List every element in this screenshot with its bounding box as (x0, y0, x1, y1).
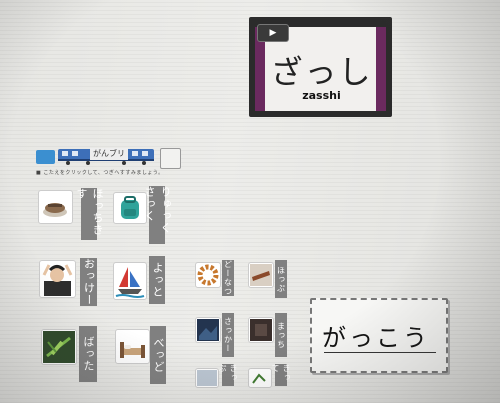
bed-icon (120, 342, 145, 358)
log-image[interactable] (248, 262, 274, 288)
vocab-label[interactable]: どーなつ (222, 260, 234, 296)
small-photo-icon (197, 370, 217, 386)
instruction-text: ■ こたえをクリックして、つぎへすすみましょう。 (36, 170, 164, 176)
vocab-label[interactable]: おっけー (80, 258, 97, 306)
person-ok-icon (42, 264, 73, 296)
bed-image[interactable] (115, 329, 150, 364)
vocab-label[interactable]: きっぷ (218, 364, 238, 386)
word-card: ▶ ざっし zasshi (249, 17, 392, 117)
donut-icon (197, 264, 219, 286)
vocab-label[interactable]: べっど (150, 326, 166, 384)
vocab-label[interactable]: りゅっくさっく (143, 186, 172, 244)
grasshopper-icon (43, 331, 75, 363)
night-scene-icon (197, 319, 219, 341)
stapler-image[interactable] (38, 190, 73, 224)
night-scene-image[interactable] (195, 317, 221, 343)
vocab-label[interactable]: ばった (79, 326, 97, 382)
screen: ▶ ざっし zasshi がんブリ ■ こたえをクリックして、つぎへすすみましょ… (0, 0, 500, 403)
word-romaji: zasshi (302, 89, 341, 102)
handwriting-card[interactable]: がっこう (310, 298, 448, 373)
yacht-image[interactable] (113, 262, 147, 300)
plant-icon (252, 373, 266, 384)
grasshopper-image[interactable] (41, 329, 77, 365)
blue-square-button[interactable] (36, 150, 55, 164)
vocab-label[interactable]: まっち (275, 313, 287, 357)
dark-photo-image[interactable] (248, 317, 274, 343)
stapler-icon (43, 203, 67, 217)
ok-gesture-image[interactable] (39, 260, 76, 298)
vocab-label[interactable]: きって (271, 364, 291, 386)
log-icon (250, 264, 272, 286)
word-kana: ざっし (270, 53, 373, 91)
vocab-label[interactable]: ほっちきす (75, 188, 104, 240)
vocab-label[interactable]: よっと (149, 256, 165, 304)
vocab-label[interactable]: さっかー (222, 313, 234, 357)
plant-photo-image[interactable] (248, 368, 272, 388)
small-photo-image[interactable] (195, 368, 219, 388)
train-label: がんブリ (90, 148, 128, 160)
yacht-icon (115, 267, 145, 298)
outline-square-button[interactable] (160, 148, 181, 169)
handwriting-underline (324, 352, 436, 353)
train-banner: がんブリ (58, 145, 158, 165)
handwriting-word: がっこう (322, 324, 430, 352)
play-button[interactable]: ▶ (257, 24, 289, 42)
play-icon: ▶ (269, 28, 277, 38)
dark-photo-icon (250, 319, 272, 341)
donut-image[interactable] (195, 262, 221, 288)
vocab-label[interactable]: ほっぷ (275, 260, 287, 298)
